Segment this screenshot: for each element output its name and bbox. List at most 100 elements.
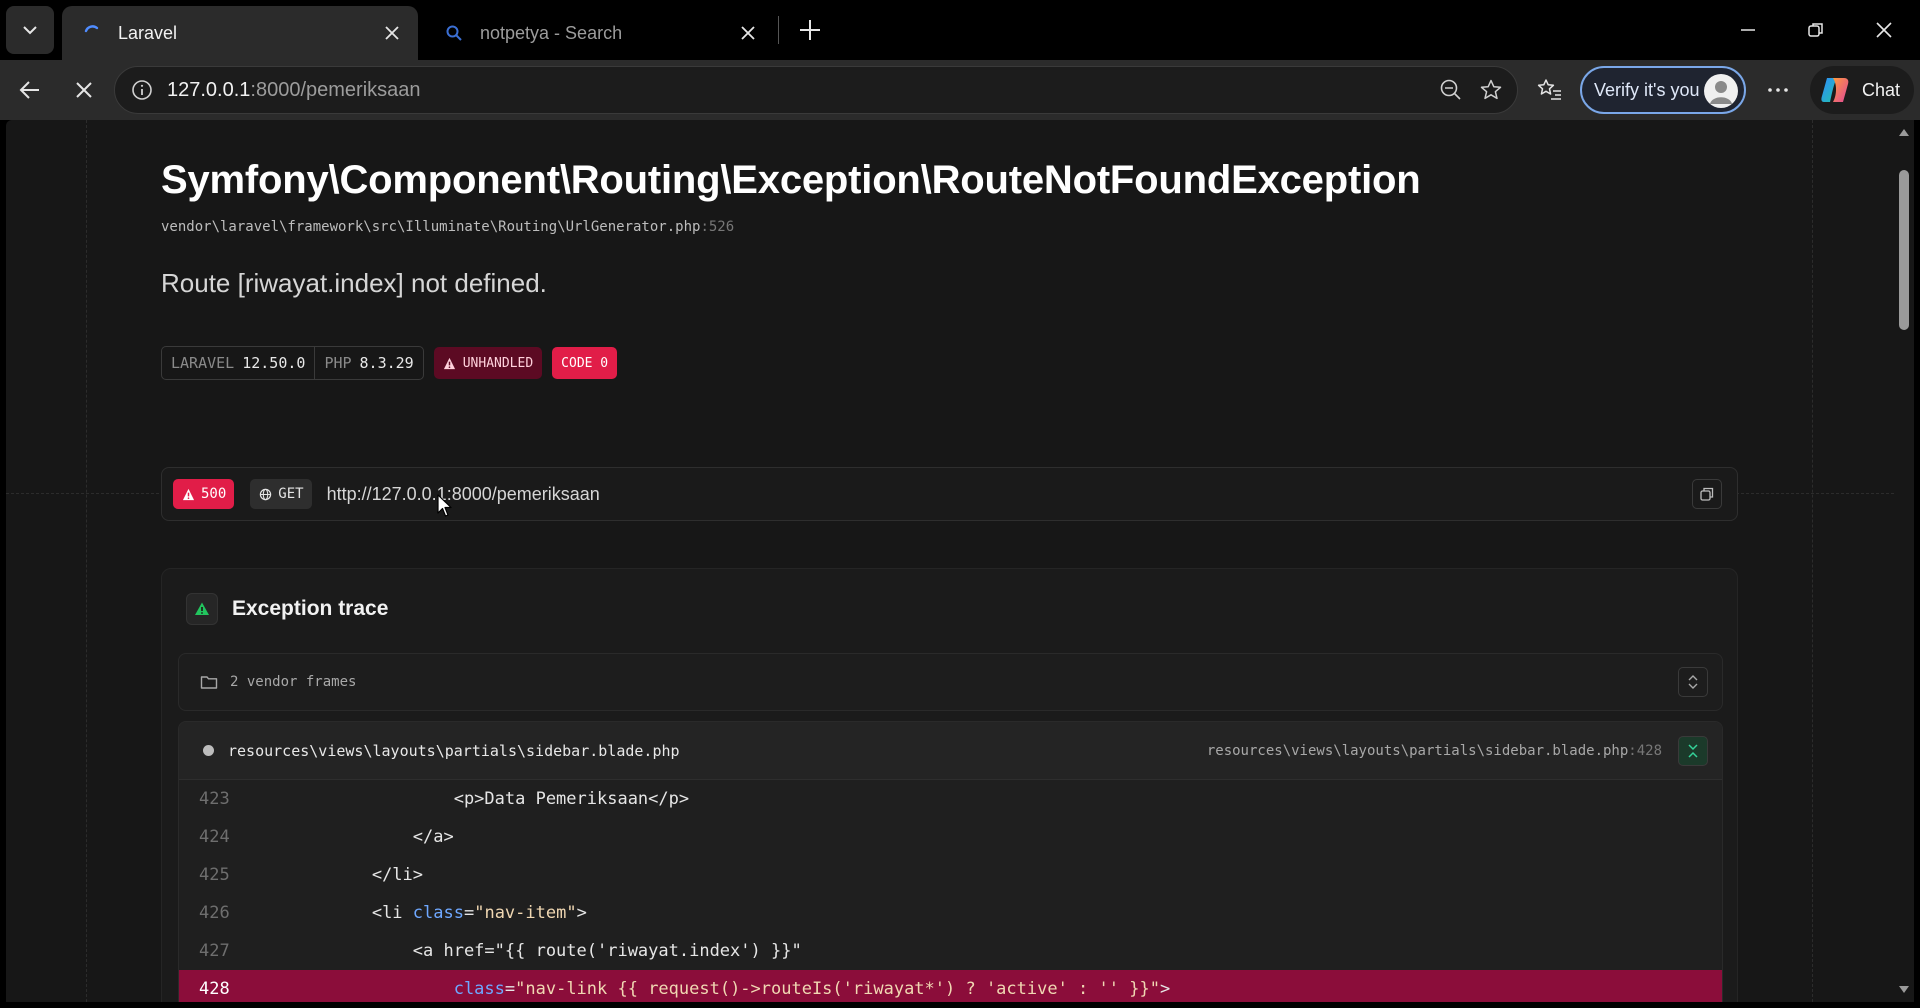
back-button[interactable] bbox=[10, 70, 50, 110]
tab-actions-menu-button[interactable] bbox=[6, 6, 54, 54]
code-line: 424 </a> bbox=[179, 818, 1722, 856]
exception-trace-card: Exception trace 2 vendor frames resource… bbox=[161, 568, 1738, 1002]
line-number: 425 bbox=[199, 865, 230, 885]
error-code-badge: CODE 0 bbox=[552, 347, 618, 379]
layout-guide bbox=[1812, 120, 1813, 1002]
copilot-icon bbox=[1818, 73, 1852, 107]
favorites-button[interactable] bbox=[1530, 70, 1570, 110]
code-text: <li class="nav-item"> bbox=[371, 903, 587, 923]
tab-title: Laravel bbox=[118, 22, 178, 43]
favorites-list-icon bbox=[1537, 79, 1561, 100]
chevron-down-icon bbox=[23, 26, 37, 35]
address-bar[interactable]: 127.0.0.1:8000/pemeriksaan bbox=[114, 66, 1518, 114]
trace-header: Exception trace bbox=[186, 593, 388, 625]
line-number: 424 bbox=[199, 827, 230, 847]
chat-label: Chat bbox=[1862, 79, 1901, 100]
code-line: 427 <a href="{{ route('riwayat.index') }… bbox=[179, 932, 1722, 970]
arrow-left-icon bbox=[19, 81, 39, 99]
code-snippet: 423 <p>Data Pemeriksaan</p> 424 </a> 425… bbox=[179, 780, 1722, 1002]
laravel-version: LARAVEL 12.50.0 bbox=[171, 354, 306, 372]
code-text: <a href="{{ route('riwayat.index') }}" bbox=[412, 941, 802, 961]
vendor-frames-toggle[interactable]: 2 vendor frames bbox=[178, 653, 1723, 711]
page-viewport: Symfony\Component\Routing\Exception\Rout… bbox=[6, 120, 1894, 1002]
code-text: </a> bbox=[412, 827, 454, 847]
tab-laravel[interactable]: Laravel bbox=[62, 6, 418, 60]
close-tab-button[interactable] bbox=[376, 17, 408, 49]
code-text: class="nav-link {{ request()->routeIs('r… bbox=[453, 979, 1171, 999]
star-icon bbox=[1480, 79, 1502, 100]
code-line-highlighted: 428 class="nav-link {{ request()->routeI… bbox=[179, 970, 1722, 1002]
version-info: LARAVEL 12.50.0 PHP 8.3.29 bbox=[161, 346, 424, 380]
browser-toolbar: 127.0.0.1:8000/pemeriksaan Verify it's y… bbox=[0, 60, 1920, 120]
mouse-cursor-icon bbox=[437, 494, 452, 517]
http-status-badge: 500 bbox=[173, 479, 235, 509]
globe-icon bbox=[258, 487, 272, 501]
minimize-button[interactable] bbox=[1720, 6, 1776, 54]
request-bar: 500 GET http://127.0.0.1:8000/pemeriksaa… bbox=[161, 467, 1738, 521]
collapse-frame-button[interactable] bbox=[1678, 735, 1708, 766]
exception-badges: LARAVEL 12.50.0 PHP 8.3.29 UNHANDLED CODE … bbox=[161, 346, 618, 380]
page-scrollbar[interactable] bbox=[1894, 120, 1914, 1002]
copilot-chat-button[interactable]: Chat bbox=[1810, 66, 1914, 114]
line-number: 426 bbox=[199, 903, 230, 923]
line-number: 427 bbox=[199, 941, 230, 961]
close-tab-button[interactable] bbox=[732, 17, 764, 49]
vendor-frames-label: 2 vendor frames bbox=[230, 674, 357, 690]
minimize-icon bbox=[1741, 29, 1755, 31]
scrollbar-thumb[interactable] bbox=[1899, 170, 1909, 330]
frame-location: resources\views\layouts\partials\sidebar… bbox=[1206, 742, 1662, 759]
search-icon bbox=[444, 23, 464, 43]
chevron-collapse-icon bbox=[1688, 743, 1698, 758]
close-icon bbox=[385, 26, 399, 40]
more-horizontal-icon bbox=[1768, 88, 1788, 92]
code-text: </li> bbox=[371, 865, 424, 885]
restore-button[interactable] bbox=[1788, 6, 1844, 54]
warning-icon bbox=[181, 487, 195, 501]
close-icon bbox=[76, 82, 92, 98]
zoom-out-button[interactable] bbox=[1431, 70, 1471, 110]
scroll-down-arrow-icon[interactable] bbox=[1898, 984, 1910, 996]
copy-icon bbox=[1700, 487, 1714, 501]
warning-icon bbox=[186, 593, 218, 625]
exception-file: vendor\laravel\framework\src\Illuminate\… bbox=[161, 219, 735, 235]
unhandled-badge: UNHANDLED bbox=[433, 347, 543, 379]
close-icon bbox=[741, 26, 755, 40]
trace-title: Exception trace bbox=[232, 597, 389, 620]
frame-file: resources\views\layouts\partials\sidebar… bbox=[228, 741, 680, 760]
stack-frame-header[interactable]: resources\views\layouts\partials\sidebar… bbox=[179, 722, 1722, 780]
loading-spinner-icon bbox=[82, 23, 102, 43]
code-line: 425 </li> bbox=[179, 856, 1722, 894]
site-info-icon[interactable] bbox=[129, 77, 155, 103]
frame-dot-icon bbox=[203, 745, 214, 756]
tab-separator bbox=[778, 16, 779, 44]
scroll-up-arrow-icon[interactable] bbox=[1898, 126, 1910, 138]
stack-frame: resources\views\layouts\partials\sidebar… bbox=[178, 721, 1723, 1002]
request-url: http://127.0.0.1:8000/pemeriksaan bbox=[326, 483, 600, 504]
code-line: 426 <li class="nav-item"> bbox=[179, 894, 1722, 932]
http-method-badge: GET bbox=[250, 479, 312, 509]
close-icon bbox=[1876, 22, 1892, 38]
tab-search[interactable]: notpetya - Search bbox=[424, 6, 774, 60]
code-text: <p>Data Pemeriksaan</p> bbox=[453, 789, 690, 809]
chevron-up-down-icon bbox=[1688, 675, 1698, 689]
code-line: 423 <p>Data Pemeriksaan</p> bbox=[179, 780, 1722, 818]
tab-title: notpetya - Search bbox=[480, 22, 623, 43]
close-window-button[interactable] bbox=[1856, 6, 1912, 54]
copy-url-button[interactable] bbox=[1692, 479, 1722, 509]
verify-identity-button[interactable]: Verify it's you bbox=[1580, 66, 1746, 114]
layout-guide bbox=[86, 120, 87, 1002]
exception-message: Route [riwayat.index] not defined. bbox=[161, 268, 547, 298]
stop-loading-button[interactable] bbox=[64, 70, 104, 110]
tab-bar: Laravel notpetya - Search bbox=[0, 0, 1920, 60]
restore-icon bbox=[1808, 23, 1823, 37]
expand-vendor-frames-button[interactable] bbox=[1678, 667, 1708, 697]
new-tab-button[interactable] bbox=[790, 10, 830, 50]
exception-title: Symfony\Component\Routing\Exception\Rout… bbox=[161, 158, 1421, 202]
folder-icon bbox=[200, 673, 218, 691]
favorite-star-button[interactable] bbox=[1471, 70, 1511, 110]
warning-icon bbox=[443, 356, 457, 370]
more-menu-button[interactable] bbox=[1758, 70, 1798, 110]
line-number: 428 bbox=[199, 979, 230, 999]
address-url[interactable]: 127.0.0.1:8000/pemeriksaan bbox=[167, 79, 1431, 102]
plus-icon bbox=[800, 20, 820, 40]
